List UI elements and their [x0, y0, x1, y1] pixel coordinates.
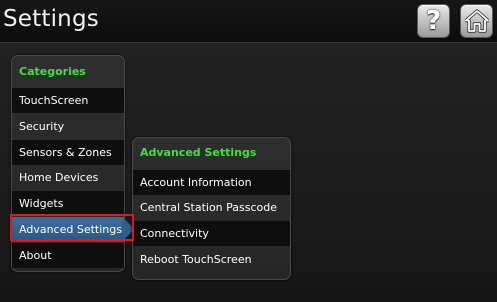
question-mark-icon: ? — [425, 6, 442, 36]
advanced-item-account-information[interactable]: Account Information — [133, 170, 290, 195]
advanced-settings-header: Advanced Settings — [140, 146, 257, 159]
category-item-touchscreen[interactable]: TouchScreen — [12, 88, 124, 113]
title-bar: Settings ? — [0, 0, 497, 43]
home-icon — [464, 9, 489, 33]
advanced-item-connectivity[interactable]: Connectivity — [133, 221, 290, 246]
help-button[interactable]: ? — [417, 4, 450, 38]
home-button[interactable] — [460, 4, 493, 38]
category-item-home-devices[interactable]: Home Devices — [12, 165, 124, 190]
advanced-item-reboot-touchscreen[interactable]: Reboot TouchScreen — [133, 247, 290, 272]
advanced-item-central-station-passcode[interactable]: Central Station Passcode — [133, 195, 290, 220]
page-title: Settings — [3, 6, 99, 32]
category-item-security[interactable]: Security — [12, 114, 124, 139]
category-item-advanced-settings[interactable]: Advanced Settings — [12, 217, 124, 242]
category-item-about[interactable]: About — [12, 243, 124, 268]
advanced-settings-panel: Advanced Settings Account Information Ce… — [132, 137, 291, 280]
category-item-sensors-zones[interactable]: Sensors & Zones — [12, 140, 124, 165]
category-item-widgets[interactable]: Widgets — [12, 191, 124, 216]
categories-header: Categories — [19, 65, 86, 78]
categories-panel: Categories TouchScreen Security Sensors … — [11, 55, 125, 272]
